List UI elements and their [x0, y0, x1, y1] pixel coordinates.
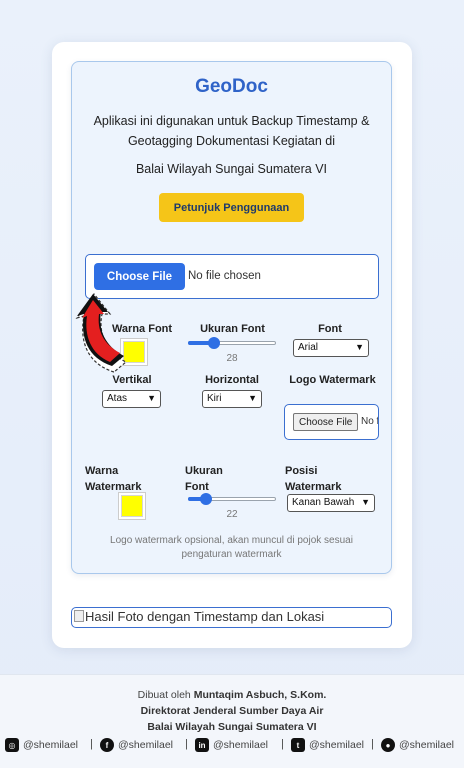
result-image: Hasil Foto dengan Timestamp dan Lokasi [71, 607, 392, 628]
vertical-select-value: Atas [107, 393, 128, 404]
chevron-down-icon: ▼ [361, 497, 370, 507]
horizontal-label: Horizontal [205, 374, 259, 386]
logo-choose-file-button[interactable]: Choose File [293, 413, 359, 431]
app-description: Aplikasi ini digunakan untuk Backup Time… [93, 114, 370, 148]
wm-color-label: Warna Watermark [85, 463, 145, 495]
chevron-down-icon: ▼ [147, 393, 156, 403]
social-facebook[interactable]: f @shemilael [100, 738, 173, 752]
logo-file-status: No file chosen [361, 416, 378, 427]
vertical-select[interactable]: Atas ▼ [102, 390, 161, 408]
social-handle: @shemilael [213, 739, 269, 751]
divider: | [281, 738, 284, 750]
footer-made-by: Dibuat oleh [137, 689, 191, 701]
social-handle: @shemilael [399, 739, 455, 751]
chevron-down-icon: ▼ [248, 393, 257, 403]
wm-color-label-line2: Watermark [85, 481, 142, 493]
wm-size-label-line1: Ukuran [185, 465, 223, 477]
font-size-slider[interactable] [188, 336, 276, 350]
logo-file-input[interactable]: Choose File No file chosen [284, 404, 379, 440]
footer: Dibuat oleh Muntaqim Asbuch, S.Kom. Dire… [0, 674, 464, 768]
footer-org: Direktorat Jenderal Sumber Daya Air [140, 705, 324, 717]
social-github[interactable]: ● @shemilael [381, 738, 454, 752]
divider: | [371, 738, 374, 750]
wm-position-label: Posisi Watermark [285, 463, 365, 495]
social-linkedin[interactable]: in @shemilael [195, 738, 268, 752]
font-select-value: Arial [298, 342, 319, 353]
twitter-icon: t [291, 738, 305, 752]
logo-watermark-label: Logo Watermark [289, 374, 376, 386]
font-size-label: Ukuran Font [200, 323, 265, 335]
choose-file-button[interactable]: Choose File [94, 263, 185, 290]
wm-position-label-line2: Watermark [285, 481, 342, 493]
wm-size-label: Ukuran Font [185, 463, 245, 495]
footer-author: Muntaqim Asbuch, S.Kom. [193, 689, 327, 701]
font-select[interactable]: Arial ▼ [293, 339, 369, 357]
social-instagram[interactable]: ◎ @shemilael [5, 738, 78, 752]
pointer-arrow-icon [75, 293, 128, 373]
social-handle: @shemilael [23, 739, 79, 751]
wm-position-select[interactable]: Kanan Bawah ▼ [287, 494, 375, 512]
chevron-down-icon: ▼ [355, 342, 364, 352]
broken-image-icon [74, 610, 84, 622]
linkedin-icon: in [195, 738, 209, 752]
app-title: GeoDoc [195, 76, 268, 97]
footer-unit: Balai Wilayah Sungai Sumatera VI [147, 721, 317, 733]
result-image-alt: Hasil Foto dengan Timestamp dan Lokasi [85, 609, 325, 624]
instagram-icon: ◎ [5, 738, 19, 752]
watermark-note: Logo watermark opsional, akan muncul di … [110, 535, 353, 560]
font-size-value: 28 [226, 353, 238, 364]
footer-credit: Dibuat oleh Muntaqim Asbuch, S.Kom. [0, 689, 464, 701]
divider: | [90, 738, 93, 750]
horizontal-select-value: Kiri [207, 393, 222, 404]
watermark-color-picker[interactable] [121, 495, 143, 517]
wm-color-label-line1: Warna [85, 465, 119, 477]
social-handle: @shemilael [118, 739, 174, 751]
wm-position-select-value: Kanan Bawah [292, 497, 355, 508]
font-label: Font [318, 323, 342, 335]
wm-size-value: 22 [226, 509, 238, 520]
font-size-thumb[interactable] [208, 337, 221, 349]
wm-position-label-line1: Posisi [285, 465, 318, 477]
guide-button[interactable]: Petunjuk Penggunaan [159, 193, 304, 222]
divider: | [185, 738, 188, 750]
github-icon: ● [381, 738, 395, 752]
social-twitter[interactable]: t @shemilael [291, 738, 364, 752]
app-location: Balai Wilayah Sungai Sumatera VI [135, 162, 328, 176]
social-handle: @shemilael [309, 739, 365, 751]
file-status: No file chosen [188, 270, 261, 282]
wm-size-slider[interactable] [188, 492, 276, 506]
facebook-icon: f [100, 738, 114, 752]
horizontal-select[interactable]: Kiri ▼ [202, 390, 262, 408]
wm-size-thumb[interactable] [199, 493, 212, 505]
